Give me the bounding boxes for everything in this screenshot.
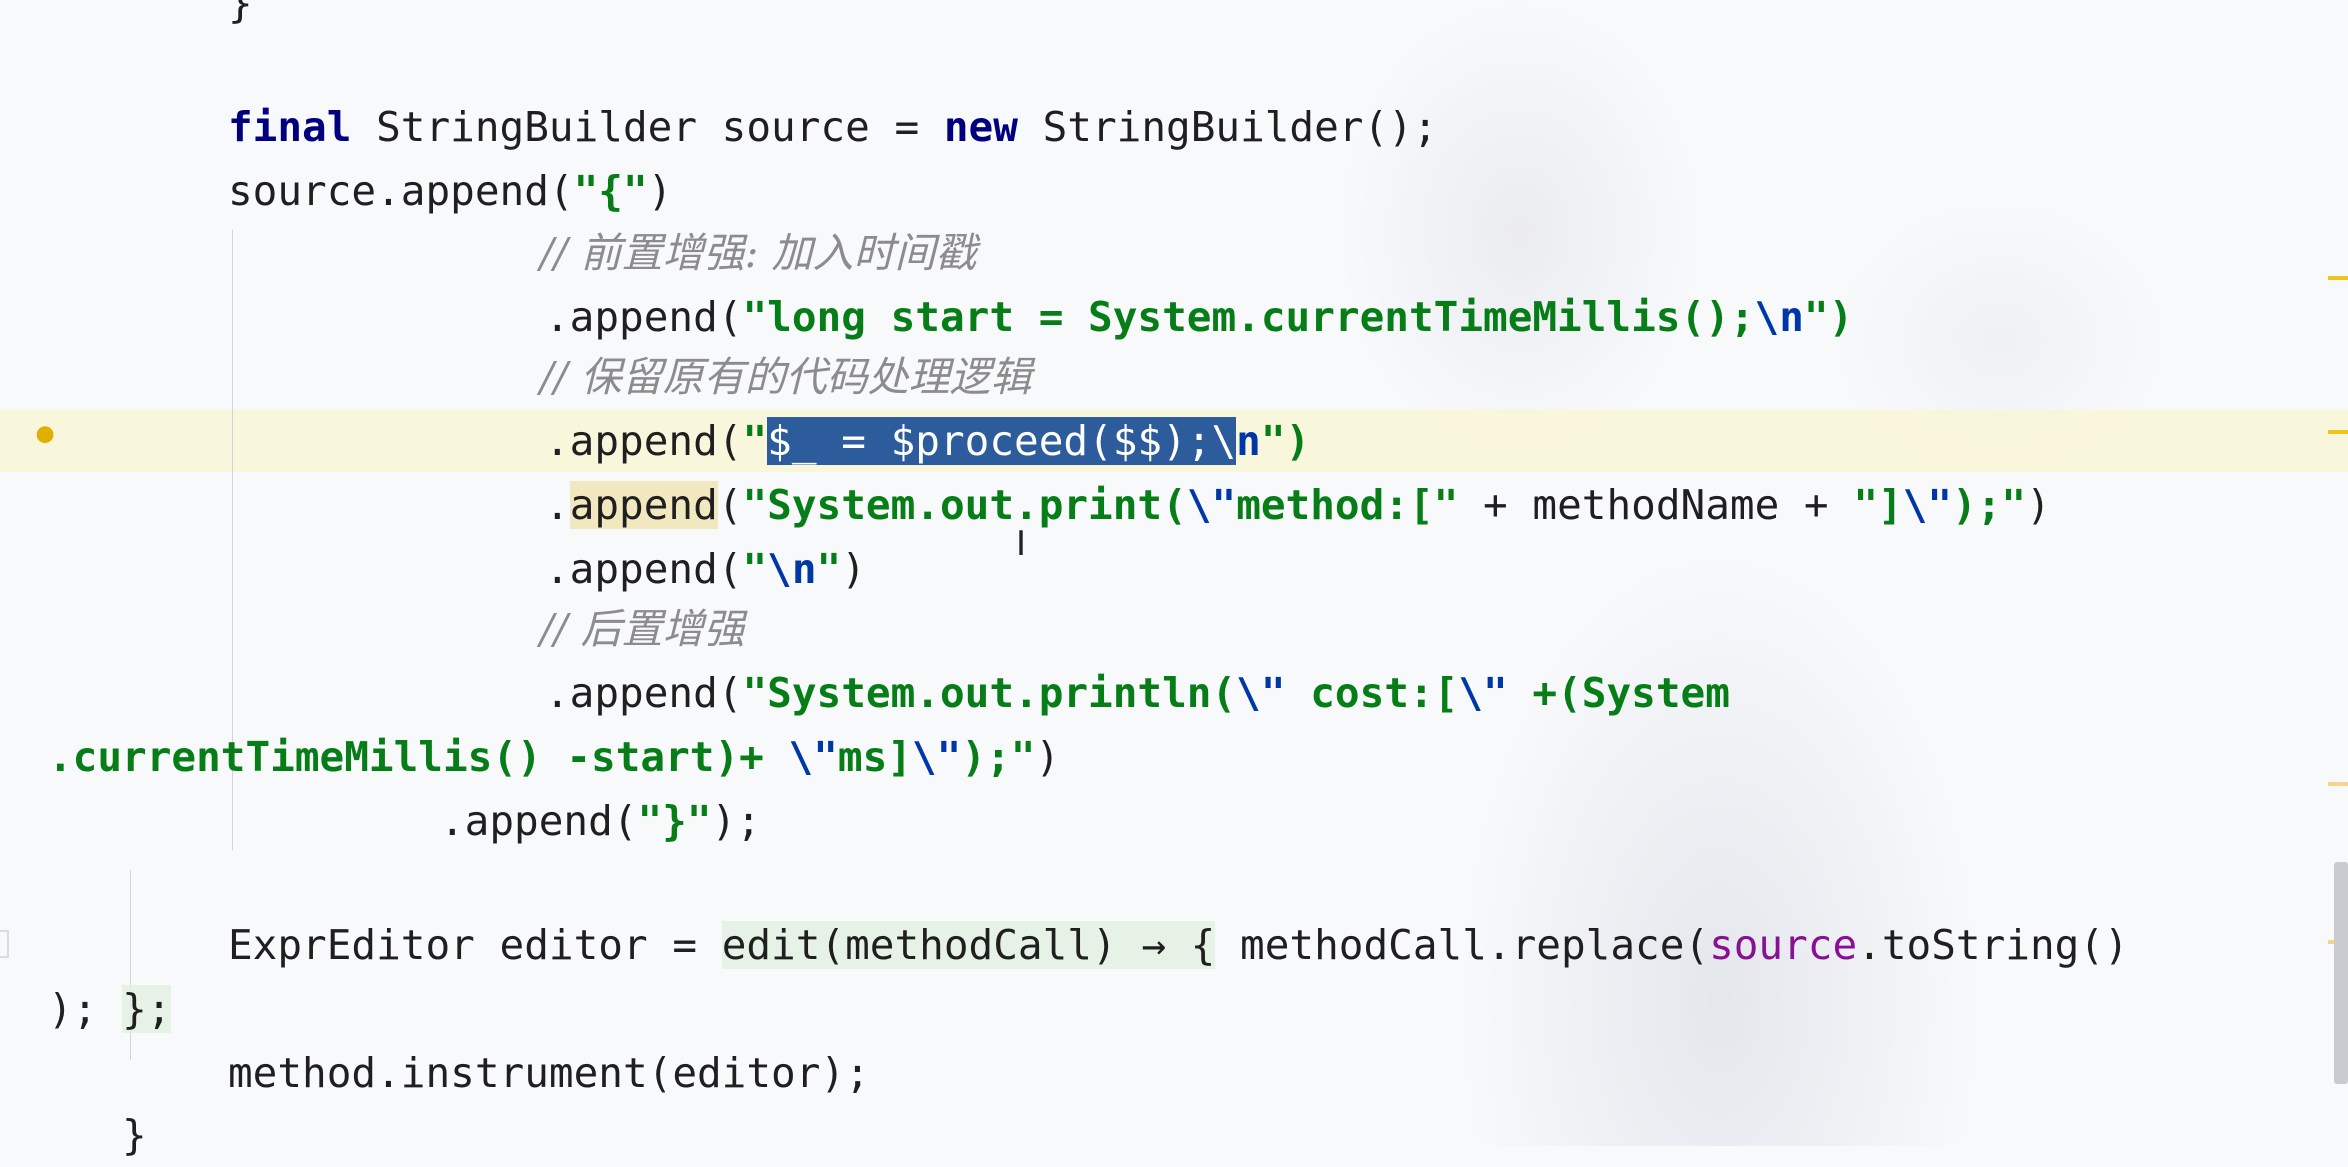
keyword: final xyxy=(228,103,352,151)
folded-lambda-end: }; xyxy=(122,985,172,1033)
code-line: .append("}"); xyxy=(440,790,761,853)
escape-sequence: \" xyxy=(1236,669,1286,717)
escape-sequence: \" xyxy=(788,733,838,781)
folded-lambda[interactable]: edit(methodCall) → { xyxy=(721,921,1216,969)
code-text: ); xyxy=(711,797,761,845)
string-literal: "System.out.println( xyxy=(742,669,1237,717)
escape-sequence: \" xyxy=(1458,669,1508,717)
text-cursor-icon: I xyxy=(1016,524,1027,564)
code-line: source.append("{") xyxy=(228,160,672,223)
error-stripe-mark[interactable] xyxy=(2328,276,2348,280)
string-literal: ") xyxy=(1260,417,1311,465)
fold-marker[interactable] xyxy=(0,930,9,958)
code-text: .append( xyxy=(545,293,743,341)
string-literal: "System.out.print( xyxy=(742,481,1187,529)
code-text: methodCall.replace( xyxy=(1215,921,1710,969)
escape-sequence: \" xyxy=(911,733,962,781)
code-line: .append("\n") xyxy=(545,538,866,601)
code-text: .append( xyxy=(440,797,638,845)
code-line: .append("System.out.print(\"method:[" + … xyxy=(545,474,2051,537)
code-line: .currentTimeMillis() -start)+ \"ms]\");"… xyxy=(48,726,1060,789)
code-line: ExprEditor editor = edit(methodCall) → {… xyxy=(228,914,2129,977)
code-text: .append( xyxy=(545,669,743,717)
code-text: .append( xyxy=(545,417,743,465)
code-text: ) xyxy=(841,545,866,593)
string-literal: "] xyxy=(1853,481,1903,529)
string-literal: );" xyxy=(961,733,1036,781)
string-literal: " xyxy=(742,417,768,465)
error-stripe-mark[interactable] xyxy=(2328,430,2348,434)
code-comment: // 保留原有的代码处理逻辑 xyxy=(540,346,1032,409)
code-text: ) xyxy=(647,167,673,215)
code-line: .append("System.out.println(\" cost:[\" … xyxy=(545,662,1730,725)
comment-text: // 保留原有的代码处理逻辑 xyxy=(540,353,1032,401)
code-text: } xyxy=(122,1111,147,1159)
code-text: StringBuilder source = xyxy=(351,103,944,151)
escape-sequence: \n xyxy=(767,545,817,593)
code-text: .append( xyxy=(545,545,743,593)
code-text: ); xyxy=(48,985,123,1033)
code-text: ) xyxy=(1035,733,1061,781)
comment-text: // 前置增强: 加入时间戳 xyxy=(540,229,977,277)
code-text: method.instrument(editor); xyxy=(228,1049,870,1097)
escape-sequence: \" xyxy=(1186,481,1237,529)
string-literal: " xyxy=(816,545,842,593)
text-selection[interactable]: $_ = $proceed($$);\ xyxy=(767,417,1237,465)
code-text: source.append( xyxy=(228,167,574,215)
string-literal: .currentTimeMillis() -start)+ xyxy=(48,733,789,781)
string-literal: method:[" xyxy=(1236,481,1459,529)
code-text: . xyxy=(545,481,570,529)
string-literal: "{" xyxy=(573,167,648,215)
code-line: .append("$_ = $proceed($$);\n") xyxy=(545,410,1310,473)
string-literal: ") xyxy=(1803,293,1854,341)
code-line: } xyxy=(228,0,253,35)
code-line: ); }; xyxy=(48,978,172,1041)
code-text: ( xyxy=(717,481,743,529)
escape-sequence: \n xyxy=(1754,293,1804,341)
code-comment: // 后置增强 xyxy=(540,598,745,661)
code-text: .toString() xyxy=(1857,921,2129,969)
comment-text: // 后置增强 xyxy=(540,605,745,653)
code-line: method.instrument(editor); xyxy=(228,1042,870,1105)
string-literal: +(System xyxy=(1507,669,1730,717)
code-text: StringBuilder(); xyxy=(1017,103,1438,151)
code-line: } xyxy=(122,1104,147,1167)
code-comment: // 前置增强: 加入时间戳 xyxy=(540,222,977,285)
string-literal: cost:[ xyxy=(1285,669,1459,717)
code-line: .append("long start = System.currentTime… xyxy=(545,286,1853,349)
code-line: final StringBuilder source = new StringB… xyxy=(228,96,1438,159)
field-reference: source xyxy=(1709,921,1858,969)
string-literal: "}" xyxy=(637,797,712,845)
error-stripe-mark[interactable] xyxy=(2328,782,2348,786)
string-literal: "long start = System.currentTimeMillis()… xyxy=(742,293,1755,341)
code-text: } xyxy=(228,0,253,27)
code-editor[interactable]: } final StringBuilder source = new Strin… xyxy=(0,0,2320,1159)
code-text: + methodName + xyxy=(1458,481,1854,529)
keyword: new xyxy=(943,103,1018,151)
identifier-usage-highlight: append xyxy=(569,481,718,529)
code-text: ExprEditor editor = xyxy=(228,921,722,969)
escape-sequence: n xyxy=(1236,417,1261,465)
code-text: ) xyxy=(2026,481,2051,529)
string-literal: " xyxy=(742,545,768,593)
string-literal: );" xyxy=(1952,481,2027,529)
vertical-scrollbar-thumb[interactable] xyxy=(2334,862,2348,1084)
string-literal: ms] xyxy=(837,733,912,781)
escape-sequence: \" xyxy=(1902,481,1953,529)
